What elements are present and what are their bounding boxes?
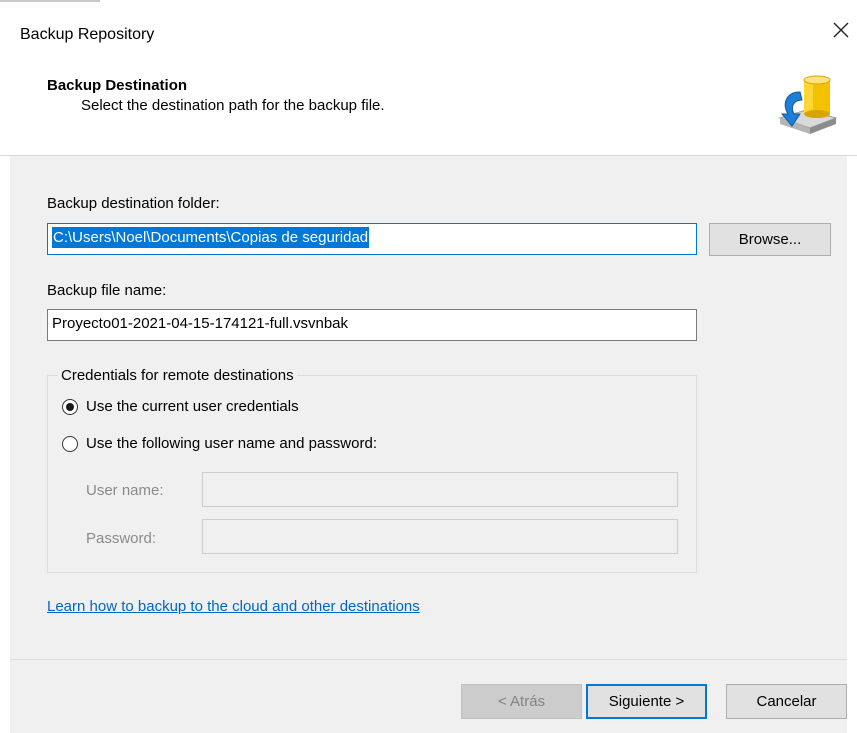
- backup-file-name-input[interactable]: Proyecto01-2021-04-15-174121-full.vsvnba…: [47, 309, 697, 341]
- page-title: Backup Destination: [47, 77, 188, 94]
- backup-file-name-label: Backup file name:: [47, 282, 167, 299]
- destination-folder-label: Backup destination folder:: [47, 195, 220, 212]
- close-button[interactable]: [826, 16, 856, 46]
- next-button[interactable]: Siguiente >: [586, 684, 707, 719]
- page-subtitle: Select the destination path for the back…: [81, 97, 385, 114]
- window-top-edge: [0, 0, 857, 4]
- radio-selected-dot: [66, 403, 74, 411]
- custom-credentials-label[interactable]: Use the following user name and password…: [86, 435, 377, 452]
- database-backup-icon: [778, 75, 838, 134]
- cancel-button[interactable]: Cancelar: [726, 684, 847, 719]
- password-label: Password:: [86, 530, 157, 547]
- browse-button[interactable]: Browse...: [709, 223, 831, 256]
- destination-folder-input[interactable]: C:\Users\Noel\Documents\Copias de seguri…: [47, 223, 697, 255]
- destination-folder-value: C:\Users\Noel\Documents\Copias de seguri…: [52, 227, 370, 248]
- username-label: User name:: [86, 482, 164, 499]
- password-input[interactable]: [202, 519, 678, 554]
- window-title: Backup Repository: [20, 26, 155, 43]
- username-input[interactable]: [202, 472, 678, 507]
- credentials-legend: Credentials for remote destinations: [58, 367, 297, 384]
- backup-file-name-value: Proyecto01-2021-04-15-174121-full.vsvnba…: [52, 315, 349, 332]
- close-icon: [833, 22, 849, 38]
- custom-credentials-radio[interactable]: [62, 436, 78, 452]
- wizard-footer: [10, 660, 847, 733]
- top-edge-segment: [0, 0, 100, 2]
- current-credentials-radio[interactable]: [62, 399, 78, 415]
- back-button[interactable]: < Atrás: [461, 684, 582, 719]
- current-credentials-label[interactable]: Use the current user credentials: [86, 398, 299, 415]
- cloud-backup-link[interactable]: Learn how to backup to the cloud and oth…: [47, 598, 420, 615]
